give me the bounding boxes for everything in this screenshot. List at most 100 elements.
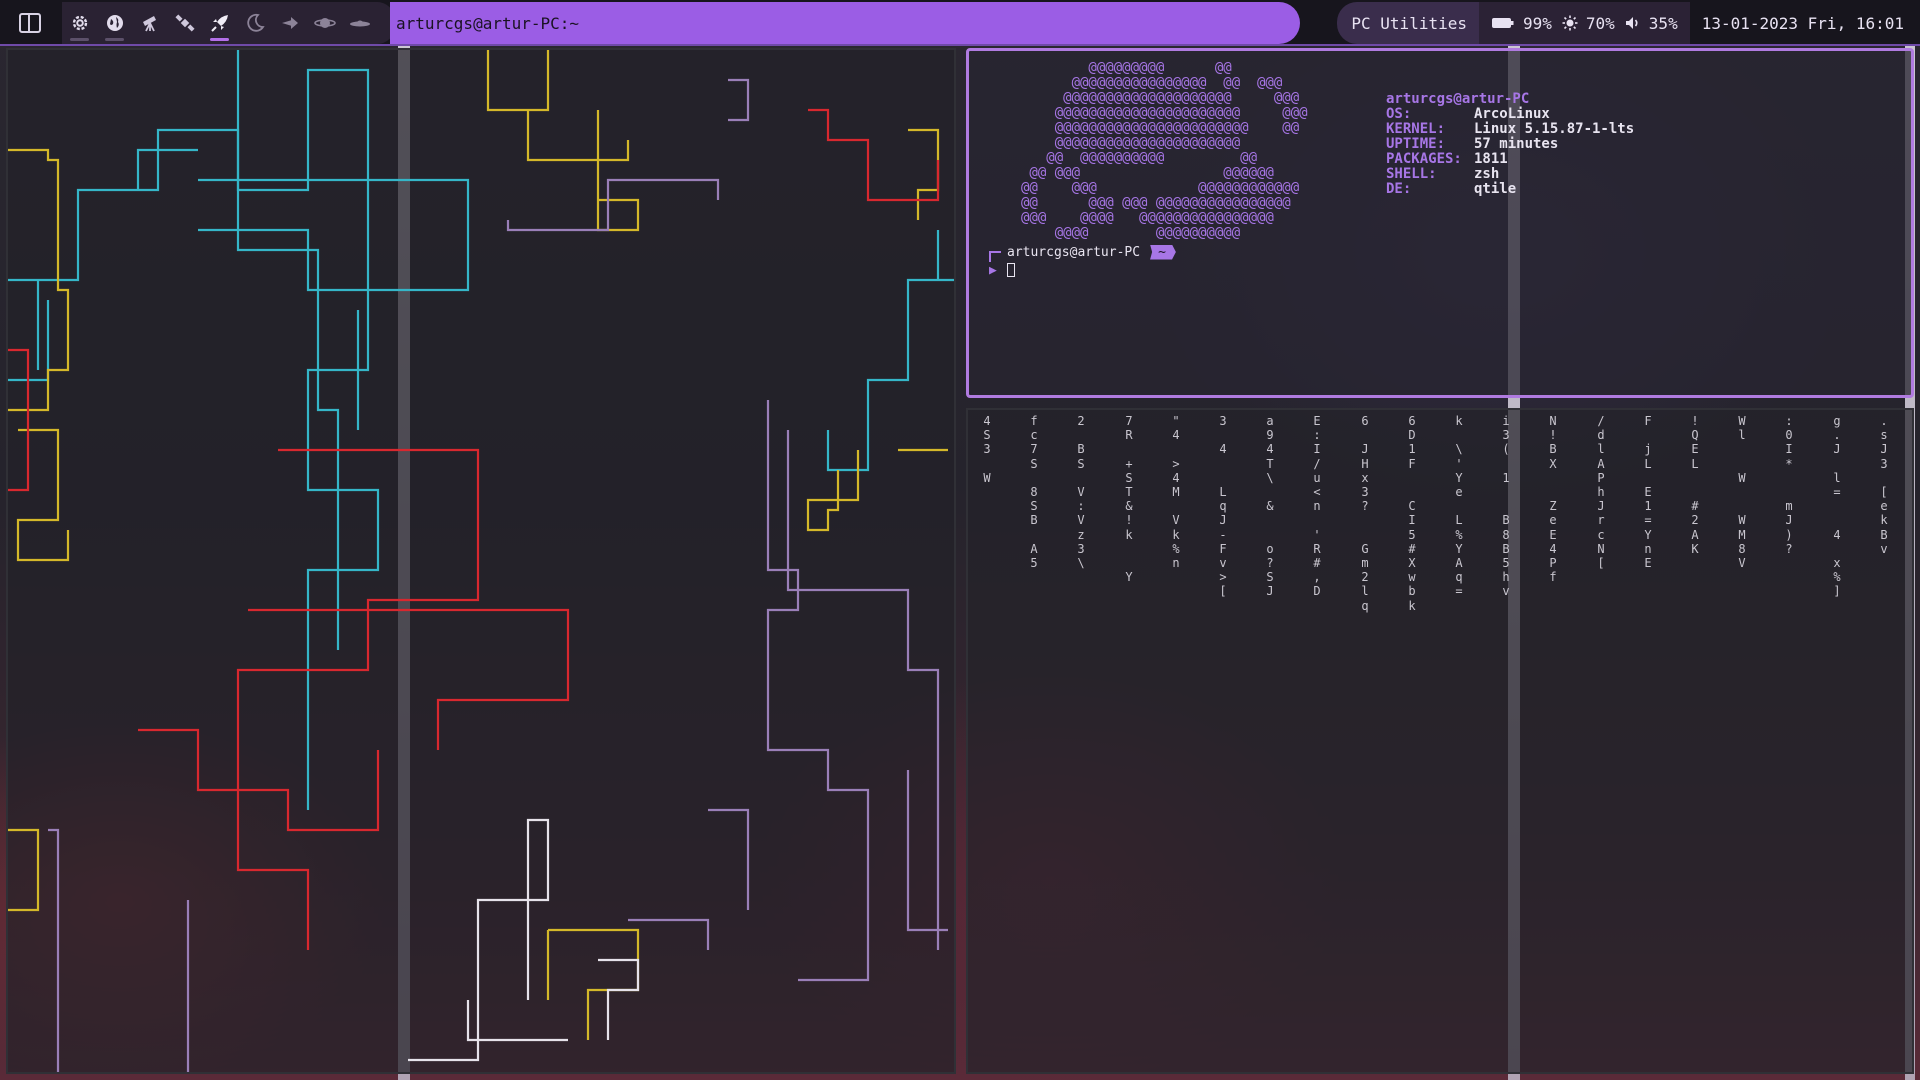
matrix-column: / d l A P h J r c N [ [1597, 414, 1605, 571]
info-row-de: DE: qtile [1386, 182, 1634, 197]
logo-line: @@@ @@@@ @@@@@@@@@@@@@@@@ [1021, 210, 1274, 226]
pipe [8, 828, 40, 912]
volume-icon [1625, 17, 1638, 29]
prompt-input-line[interactable]: ▶ [989, 261, 1176, 279]
top-bar: arturcgs@artur-PC:~ PC Utilities 99% 70%… [0, 0, 1920, 46]
globe-icon [106, 15, 123, 31]
info-key: UPTIME: [1386, 136, 1446, 152]
workspace-groups [62, 2, 395, 44]
sysinfo-header: arturcgs@artur-PC [1386, 91, 1530, 107]
logo-line: @@@@@@@@@@@@@@@@@@@@@@@ @@ [1021, 120, 1300, 136]
matrix-column: k \ ' Y e L % Y A q = [1455, 414, 1463, 599]
pipe [766, 400, 870, 982]
logo-line: @@ @@@ @@@ @@@@@@@@@@@@@@@@ [1021, 195, 1291, 211]
clock-widget[interactable]: 13-01-2023 Fri, 16:01 [1689, 2, 1920, 44]
group-6[interactable] [237, 3, 272, 43]
matrix-column: : 0 I * m J ) ? [1785, 414, 1793, 556]
group-2[interactable] [97, 3, 132, 43]
pipe [8, 348, 30, 492]
logo-line: @@@@ @@@@@@@@@@ [1021, 225, 1241, 241]
brightness-widget[interactable]: 70% [1562, 14, 1615, 33]
sidebar-layout-icon [19, 13, 41, 33]
logo-line: @@ @@@ @@@@@@@@@@@@ [1021, 180, 1300, 196]
info-value: Linux 5.15.87-1-lts [1474, 121, 1635, 137]
pipe [826, 230, 954, 472]
gear-icon [72, 15, 87, 31]
window-title: arturcgs@artur-PC:~ [396, 13, 580, 33]
pipe [138, 728, 380, 832]
info-row-uptime: UPTIME: 57 minutes [1386, 137, 1634, 152]
ufo-icon [349, 20, 370, 27]
info-row-packages: PACKAGES: 1811 [1386, 152, 1634, 167]
matrix-column: " 4 > 4 M V k % n [1172, 414, 1180, 571]
planet-icon [313, 18, 336, 28]
info-value: ArcoLinux [1474, 106, 1550, 122]
battery-level: 99% [1522, 13, 1552, 33]
brightness-icon [1562, 15, 1578, 31]
shell-prompt[interactable]: arturcgs@artur-PC ~ ▶ [989, 243, 1176, 279]
window-title-bar[interactable]: arturcgs@artur-PC:~ [390, 2, 1300, 44]
info-key: PACKAGES: [1386, 151, 1462, 167]
prompt-arrow-icon: ▶ [989, 262, 997, 278]
pipe [36, 50, 360, 650]
matrix-column: 2 B S V : V z 3 \ [1077, 414, 1085, 571]
info-key: KERNEL: [1386, 121, 1446, 137]
matrix-column: N ! B X Z e E 4 P f [1549, 414, 1557, 585]
matrix-column: 7 R + S T & ! k Y [1125, 414, 1133, 585]
group-4[interactable] [167, 3, 202, 43]
group-8[interactable] [307, 3, 342, 43]
group-3[interactable] [132, 3, 167, 43]
moon-icon [246, 13, 265, 32]
pipe [628, 770, 948, 950]
info-key: OS: [1386, 106, 1412, 122]
prompt-corner [989, 250, 1001, 262]
group-1[interactable] [62, 3, 97, 43]
matrix-terminal-window[interactable]: 4 S 3 W f c 7 S 8 S B A 5 2 B S V : V z 3 … [966, 408, 1914, 1074]
info-row-os: OS: ArcoLinux [1386, 107, 1634, 122]
satellite-icon [174, 14, 195, 32]
logo-line: @@@@@@@@@@@@@@@@ @@ @@@ [1021, 75, 1283, 91]
telescope-icon [142, 16, 156, 32]
matrix-column: ! Q E L # 2 A K [1691, 414, 1699, 556]
layout-toggle-button[interactable] [10, 8, 50, 38]
arcolinux-ascii-logo: @@@@@@@@@ @@ @@@@@@@@@@@@@@@@ @@ @@@ @@@… [1021, 61, 1308, 241]
battery-widget[interactable]: 99% [1491, 14, 1552, 33]
pc-utilities-button[interactable]: PC Utilities [1337, 2, 1479, 44]
volume-level: 35% [1648, 13, 1678, 33]
matrix-column: a 9 4 T \ & o ? S J [1266, 414, 1274, 599]
pipe [16, 428, 70, 562]
info-key: DE: [1386, 181, 1412, 197]
pipe [808, 108, 940, 202]
matrix-column: . s J 3 [ e k B v [1880, 414, 1888, 556]
brightness-level: 70% [1585, 13, 1615, 33]
pipe [598, 958, 640, 1040]
group-9[interactable] [342, 3, 377, 43]
system-info: arturcgs@artur-PC OS: ArcoLinux KERNEL: … [1386, 92, 1634, 197]
matrix-column: 6 J H x 3 ? G m 2 l q [1361, 414, 1369, 613]
info-value: 57 minutes [1474, 136, 1559, 152]
prompt-line: arturcgs@artur-PC ~ [989, 243, 1176, 262]
group-7[interactable] [272, 3, 307, 43]
volume-widget[interactable]: 35% [1625, 14, 1678, 33]
pipes-terminal-window[interactable] [6, 48, 956, 1074]
logo-line: @@ @@@@@@@@@@ @@ [1021, 150, 1258, 166]
matrix-column: W l W W M 8 V [1738, 414, 1746, 571]
battery-icon [1491, 18, 1514, 28]
info-row-kernel: KERNEL: Linux 5.15.87-1-lts [1386, 122, 1634, 137]
prompt-directory: ~ [1150, 244, 1176, 260]
pipe [708, 430, 940, 950]
neofetch-terminal-window[interactable]: @@@@@@@@@ @@ @@@@@@@@@@@@@@@@ @@ @@@ @@@… [966, 48, 1914, 398]
pipes-animation [8, 50, 954, 1072]
logo-line: @@@@@@@@@@@@@@@@@@@@@@ [1021, 135, 1241, 151]
pipe [48, 828, 190, 1072]
group-5[interactable] [202, 3, 237, 43]
matrix-rain: 4 S 3 W f c 7 S 8 S B A 5 2 B S V : V z 3 … [968, 410, 1912, 1072]
matrix-column: g . J l = 4 x % ] [1833, 414, 1841, 599]
matrix-column: 3 4 L q J - F v > [ [1219, 414, 1227, 599]
pipe [248, 608, 570, 750]
matrix-column: 6 D 1 F C I 5 # X w b k [1408, 414, 1416, 613]
text-cursor [1007, 263, 1015, 277]
prompt-user: arturcgs@artur-PC [1007, 244, 1141, 260]
status-module: 99% 70% 35% [1478, 2, 1690, 44]
logo-line: @@ @@@ @@@@@@ [1021, 165, 1274, 181]
